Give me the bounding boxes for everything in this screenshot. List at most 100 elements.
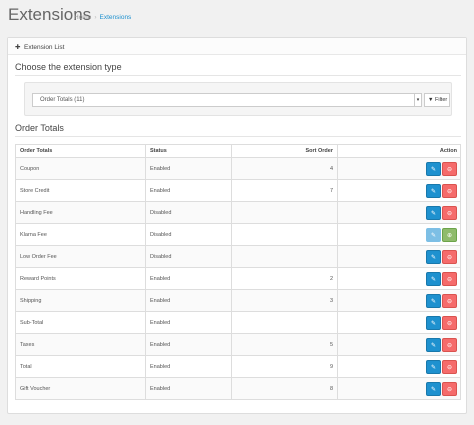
cell-status: Enabled [145, 355, 232, 378]
cell-status: Disabled [145, 201, 232, 224]
cell-sort-order: 8 [231, 377, 338, 400]
breadcrumb-home[interactable]: Home [74, 14, 91, 21]
table-row: Coupon Enabled 4 ✎ ⊖ [15, 157, 461, 180]
column-header-sort-order: Sort Order [231, 144, 338, 158]
cell-name: Coupon [15, 157, 146, 180]
chevron-down-icon[interactable]: ▾ [414, 94, 421, 106]
table-row: Taxes Enabled 5 ✎ ⊖ [15, 333, 461, 356]
cell-name: Sub-Total [15, 311, 146, 334]
pencil-icon: ✎ [430, 232, 437, 239]
edit-button[interactable]: ✎ [426, 381, 441, 396]
extension-type-select[interactable]: Order Totals (11) ▾ [32, 93, 422, 107]
cell-status: Enabled [145, 157, 232, 180]
cell-name: Low Order Fee [15, 245, 146, 268]
table-row: Shipping Enabled 3 ✎ ⊖ [15, 289, 461, 312]
uninstall-button[interactable]: ⊖ [442, 293, 457, 308]
table-header-row: Order Totals Status Sort Order Action [15, 144, 461, 158]
cell-status: Enabled [145, 311, 232, 334]
table-row: Sub-Total Enabled ✎ ⊖ [15, 311, 461, 334]
uninstall-button[interactable]: ⊖ [442, 205, 457, 220]
cell-sort-order: 5 [231, 333, 338, 356]
edit-button[interactable]: ✎ [426, 161, 441, 176]
uninstall-button[interactable]: ⊖ [442, 359, 457, 374]
cell-name: Store Credit [15, 179, 146, 202]
cell-sort-order [231, 201, 338, 224]
filter-button[interactable]: ▼ Filter [424, 93, 450, 107]
cell-status: Enabled [145, 267, 232, 290]
edit-button[interactable]: ✎ [426, 315, 441, 330]
column-header-action: Action [337, 144, 461, 158]
plus-circle-icon: ⊕ [446, 232, 453, 239]
panel-title: Extension List [24, 44, 65, 51]
cell-name: Reward Points [15, 267, 146, 290]
page-header: Extensions Home › Extensions [0, 0, 474, 36]
cell-sort-order: 9 [231, 355, 338, 378]
select-value: Order Totals (11) [40, 97, 85, 103]
cell-name: Total [15, 355, 146, 378]
cell-status: Disabled [145, 223, 232, 246]
minus-circle-icon: ⊖ [446, 210, 453, 217]
pencil-icon: ✎ [430, 276, 437, 283]
pencil-icon: ✎ [430, 188, 437, 195]
edit-button-disabled: ✎ [426, 227, 441, 242]
column-header-name[interactable]: Order Totals [15, 144, 146, 158]
uninstall-button[interactable]: ⊖ [442, 381, 457, 396]
pencil-icon: ✎ [430, 298, 437, 305]
edit-button[interactable]: ✎ [426, 271, 441, 286]
uninstall-button[interactable]: ⊖ [442, 271, 457, 286]
cell-action: ✎ ⊖ [337, 311, 461, 334]
minus-circle-icon: ⊖ [446, 386, 453, 393]
cell-action: ✎ ⊖ [337, 179, 461, 202]
install-button[interactable]: ⊕ [442, 227, 457, 242]
cell-action: ✎ ⊖ [337, 245, 461, 268]
minus-circle-icon: ⊖ [446, 254, 453, 261]
cell-action: ✎ ⊖ [337, 267, 461, 290]
extension-type-heading: Choose the extension type [15, 62, 122, 72]
uninstall-button[interactable]: ⊖ [442, 183, 457, 198]
uninstall-button[interactable]: ⊖ [442, 337, 457, 352]
uninstall-button[interactable]: ⊖ [442, 161, 457, 176]
cell-status: Disabled [145, 245, 232, 268]
pencil-icon: ✎ [430, 320, 437, 327]
table-row: Handling Fee Disabled ✎ ⊖ [15, 201, 461, 224]
edit-button[interactable]: ✎ [426, 205, 441, 220]
table-row: Klarna Fee Disabled ✎ ⊕ [15, 223, 461, 246]
edit-button[interactable]: ✎ [426, 359, 441, 374]
cell-action: ✎ ⊖ [337, 377, 461, 400]
table-row: Reward Points Enabled 2 ✎ ⊖ [15, 267, 461, 290]
cell-sort-order [231, 223, 338, 246]
cell-sort-order: 4 [231, 157, 338, 180]
breadcrumb-extensions[interactable]: Extensions [100, 14, 132, 21]
cell-name: Gift Voucher [15, 377, 146, 400]
pencil-icon: ✎ [430, 342, 437, 349]
cell-sort-order: 2 [231, 267, 338, 290]
edit-button[interactable]: ✎ [426, 183, 441, 198]
cell-sort-order [231, 311, 338, 334]
cell-name: Shipping [15, 289, 146, 312]
cell-status: Enabled [145, 377, 232, 400]
edit-button[interactable]: ✎ [426, 249, 441, 264]
uninstall-button[interactable]: ⊖ [442, 315, 457, 330]
cell-action: ✎ ⊖ [337, 289, 461, 312]
cell-action: ✎ ⊖ [337, 201, 461, 224]
extension-list-panel: ✚ Extension List Choose the extension typ… [7, 37, 467, 414]
cell-sort-order: 3 [231, 289, 338, 312]
uninstall-button[interactable]: ⊖ [442, 249, 457, 264]
column-header-status: Status [145, 144, 232, 158]
minus-circle-icon: ⊖ [446, 364, 453, 371]
cell-name: Taxes [15, 333, 146, 356]
minus-circle-icon: ⊖ [446, 166, 453, 173]
breadcrumb: Home › Extensions [74, 14, 131, 21]
table-row: Gift Voucher Enabled 8 ✎ ⊖ [15, 377, 461, 400]
cell-name: Handling Fee [15, 201, 146, 224]
pencil-icon: ✎ [430, 364, 437, 371]
table-row: Store Credit Enabled 7 ✎ ⊖ [15, 179, 461, 202]
panel-heading: ✚ Extension List [8, 38, 466, 55]
edit-button[interactable]: ✎ [426, 293, 441, 308]
filter-box: Order Totals (11) ▾ ▼ Filter [24, 82, 452, 116]
edit-button[interactable]: ✎ [426, 337, 441, 352]
divider [15, 136, 461, 137]
cell-action: ✎ ⊖ [337, 333, 461, 356]
minus-circle-icon: ⊖ [446, 320, 453, 327]
table-row: Low Order Fee Disabled ✎ ⊖ [15, 245, 461, 268]
